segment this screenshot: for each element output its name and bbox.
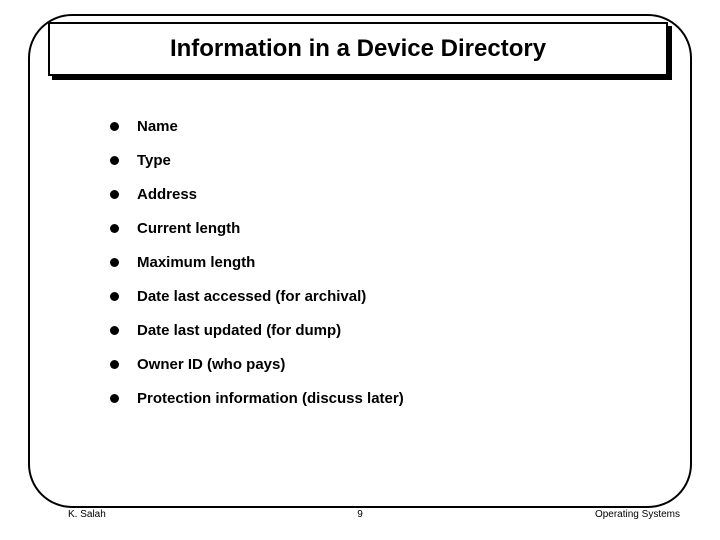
footer-topic: Operating Systems [595,509,680,520]
list-item: Current length [110,220,650,237]
bullet-icon [110,224,119,233]
list-item: Date last accessed (for archival) [110,288,650,305]
bullet-list: Name Type Address Current length Maximum… [110,118,650,424]
bullet-label: Protection information (discuss later) [137,390,404,407]
bullet-icon [110,326,119,335]
list-item: Name [110,118,650,135]
list-item: Type [110,152,650,169]
bullet-label: Current length [137,220,240,237]
list-item: Protection information (discuss later) [110,390,650,407]
bullet-icon [110,122,119,131]
bullet-label: Name [137,118,178,135]
bullet-icon [110,156,119,165]
slide: Information in a Device Directory Name T… [0,0,720,540]
list-item: Maximum length [110,254,650,271]
bullet-label: Date last accessed (for archival) [137,288,366,305]
bullet-icon [110,258,119,267]
bullet-label: Owner ID (who pays) [137,356,285,373]
bullet-icon [110,292,119,301]
list-item: Date last updated (for dump) [110,322,650,339]
list-item: Address [110,186,650,203]
list-item: Owner ID (who pays) [110,356,650,373]
bullet-icon [110,360,119,369]
bullet-label: Maximum length [137,254,255,271]
bullet-label: Date last updated (for dump) [137,322,341,339]
bullet-icon [110,394,119,403]
bullet-label: Address [137,186,197,203]
bullet-icon [110,190,119,199]
bullet-label: Type [137,152,171,169]
title-box: Information in a Device Directory [48,22,668,76]
slide-title: Information in a Device Directory [170,35,546,63]
